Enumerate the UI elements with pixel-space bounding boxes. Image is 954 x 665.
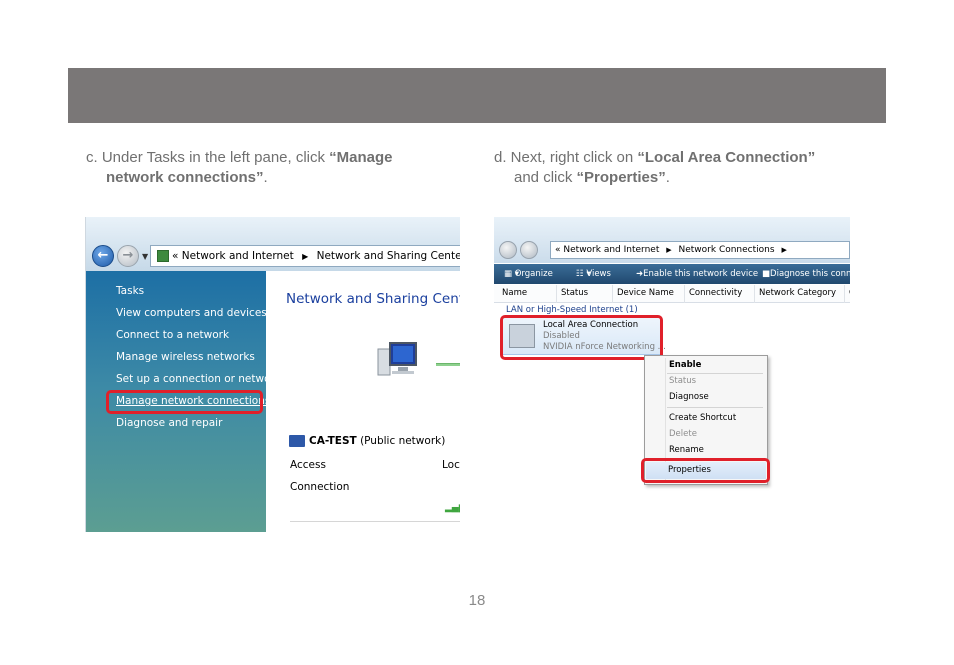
menu-divider <box>667 407 763 408</box>
menu-item-delete[interactable]: Delete <box>669 429 697 439</box>
column-connectivity[interactable]: Connectivity <box>684 285 742 303</box>
column-network-category[interactable]: Network Category <box>754 285 836 303</box>
breadcrumb-separator-icon[interactable]: ▶ <box>302 252 308 261</box>
task-diagnose-repair[interactable]: Diagnose and repair <box>116 417 222 429</box>
highlight-properties <box>641 458 770 483</box>
address-field[interactable]: « Network and Internet ▶ Network and Sha… <box>150 245 460 267</box>
diagnose-connection-button[interactable]: ■ Diagnose this conn <box>762 264 850 284</box>
column-device-name[interactable]: Device Name <box>612 285 674 303</box>
column-extra[interactable]: C <box>844 285 850 303</box>
command-toolbar: ▦ Organize ▾ ☷ Views ▾ ➜ Enable this net… <box>494 264 850 284</box>
menu-divider <box>667 373 763 374</box>
task-view-computers[interactable]: View computers and devices <box>116 307 267 319</box>
step-c-prefix: c. Under Tasks in the left pane, click <box>86 149 330 166</box>
breadcrumb-end-separator-icon[interactable]: ▶ <box>781 246 786 254</box>
forward-button[interactable] <box>520 241 538 259</box>
tasks-heading: Tasks <box>116 285 145 297</box>
organize-button[interactable]: ▦ Organize ▾ <box>504 264 553 284</box>
step-d-instruction: d. Next, right click on “Local Area Conn… <box>494 148 864 188</box>
address-bar: « Network and Internet ▶ Network Connect… <box>494 217 850 263</box>
breadcrumb-separator-icon[interactable]: ▶ <box>666 246 671 254</box>
step-d-bold2: “Properties” <box>576 169 666 186</box>
signal-strength-icon: ▂▄▆S <box>445 503 460 513</box>
step-c-bold2: network connections” <box>106 169 264 186</box>
menu-item-create-shortcut[interactable]: Create Shortcut <box>669 413 736 423</box>
step-d-bold1: “Local Area Connection” <box>637 149 816 166</box>
forward-arrow-icon: → <box>122 248 134 263</box>
page-number: 18 <box>468 592 486 609</box>
step-d-suffix: . <box>665 169 670 186</box>
back-button[interactable] <box>499 241 517 259</box>
address-bar: ← → ▼ « Network and Internet ▶ Network a… <box>86 217 460 271</box>
screenshot-network-connections: « Network and Internet ▶ Network Connect… <box>494 217 850 495</box>
diagnose-connection-label: Diagnose this conn <box>770 269 850 279</box>
page-title: Network and Sharing Center <box>286 291 460 307</box>
forward-button[interactable]: → <box>117 245 139 267</box>
address-field[interactable]: « Network and Internet ▶ Network Connect… <box>550 241 850 259</box>
step-c-instruction: c. Under Tasks in the left pane, click “… <box>86 148 446 188</box>
connection-line <box>436 363 460 366</box>
network-name: CA-TEST (Public network) <box>289 435 445 447</box>
enable-device-label: Enable this network device <box>643 269 759 279</box>
highlight-local-area-connection <box>500 315 663 360</box>
breadcrumb-network-internet[interactable]: Network and Internet <box>182 250 294 262</box>
divider <box>290 521 460 522</box>
highlight-manage-network-connections <box>106 390 263 414</box>
address-chevrons: « <box>555 245 561 255</box>
network-folder-icon <box>157 250 169 262</box>
computer-icon <box>377 342 417 376</box>
menu-item-rename[interactable]: Rename <box>669 445 704 455</box>
recent-pages-dropdown-icon[interactable]: ▼ <box>142 252 148 261</box>
organize-label: Organize <box>514 269 553 279</box>
access-value: Loc <box>442 459 460 471</box>
access-label: Access <box>290 459 326 471</box>
step-d-prefix: d. Next, right click on <box>494 149 638 166</box>
network-type-label: (Public network) <box>360 435 446 447</box>
address-chevrons: « <box>172 250 179 262</box>
step-c-suffix: . <box>263 169 268 186</box>
connection-label: Connection <box>290 481 350 493</box>
column-name[interactable]: Name <box>498 285 527 303</box>
menu-item-enable[interactable]: Enable <box>669 360 701 370</box>
task-manage-wireless[interactable]: Manage wireless networks <box>116 351 255 363</box>
column-headers: Name Status Device Name Connectivity Net… <box>494 285 850 303</box>
breadcrumb-network-connections[interactable]: Network Connections <box>679 245 775 255</box>
menu-item-diagnose[interactable]: Diagnose <box>669 392 709 402</box>
task-connect-network[interactable]: Connect to a network <box>116 329 229 341</box>
network-name-label: CA-TEST <box>309 435 357 447</box>
back-arrow-icon: ← <box>97 248 109 263</box>
breadcrumb-network-internet[interactable]: Network and Internet <box>563 245 659 255</box>
step-d-mid: and click <box>514 169 577 186</box>
step-c-bold1: “Manage <box>329 149 393 166</box>
group-label: LAN or High-Speed Internet (1) <box>506 305 638 315</box>
task-setup-connection[interactable]: Set up a connection or network <box>116 373 281 385</box>
menu-item-status[interactable]: Status <box>669 376 696 386</box>
enable-device-button[interactable]: ➜ Enable this network device <box>636 264 758 284</box>
views-button[interactable]: ☷ Views ▾ <box>576 264 611 284</box>
views-label: Views <box>586 269 611 279</box>
header-bar <box>68 68 886 123</box>
breadcrumb-sharing-center[interactable]: Network and Sharing Center <box>317 250 460 262</box>
column-status[interactable]: Status <box>556 285 588 303</box>
back-button[interactable]: ← <box>92 245 114 267</box>
screenshot-network-sharing-center: ← → ▼ « Network and Internet ▶ Network a… <box>85 217 460 532</box>
public-network-icon <box>289 435 305 447</box>
